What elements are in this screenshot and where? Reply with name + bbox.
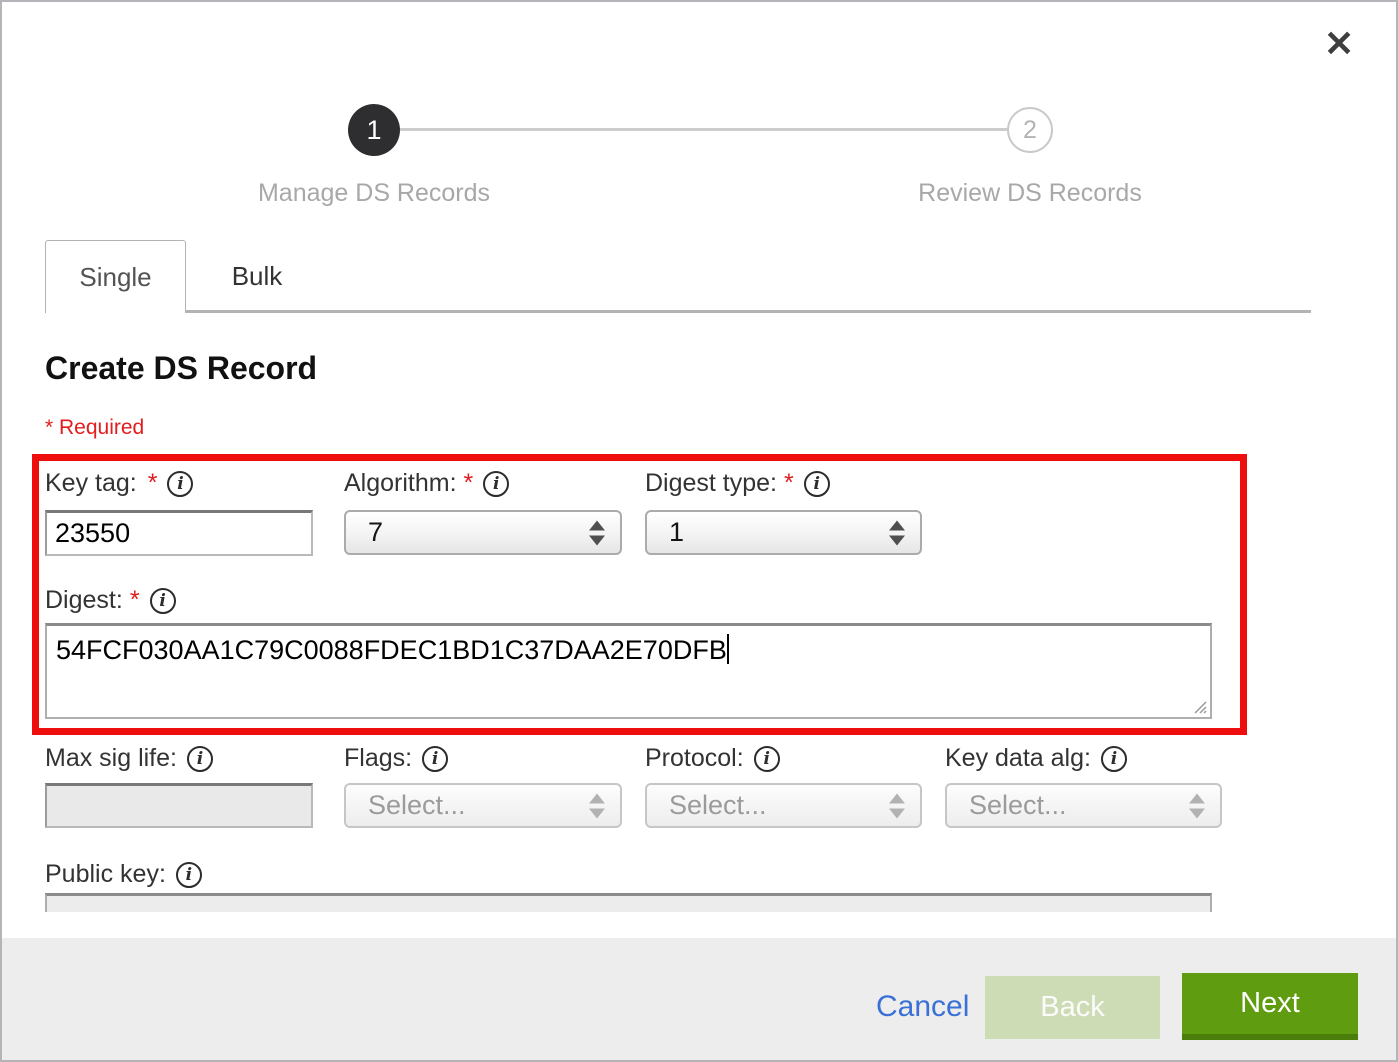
chevron-up-down-icon xyxy=(889,793,905,818)
key-data-alg-label: Key data alg: i xyxy=(945,744,1127,773)
flags-label: Flags: i xyxy=(344,744,448,773)
info-icon[interactable]: i xyxy=(1101,746,1127,772)
protocol-label-text: Protocol: xyxy=(645,744,744,773)
digest-type-select[interactable]: 1 xyxy=(645,510,922,555)
required-note: * Required xyxy=(45,416,144,440)
chevron-up-down-icon xyxy=(589,793,605,818)
stepper-step-2-circle: 2 xyxy=(1007,107,1053,153)
stepper-step-2-label: Review DS Records xyxy=(870,179,1190,208)
public-key-label: Public key: i xyxy=(45,860,202,889)
key-tag-label: Key tag: * i xyxy=(45,469,193,498)
info-icon[interactable]: i xyxy=(804,471,830,497)
info-icon[interactable]: i xyxy=(422,746,448,772)
digest-value: 54FCF030AA1C79C0088FDEC1BD1C37DAA2E70DFB xyxy=(56,635,727,665)
protocol-selected-value: Select... xyxy=(669,790,767,821)
info-icon[interactable]: i xyxy=(167,471,193,497)
tab-bar-underline xyxy=(185,310,1311,313)
next-button[interactable]: Next xyxy=(1182,973,1358,1040)
digest-type-label: Digest type: * i xyxy=(645,469,830,498)
stepper-step-1-circle: 1 xyxy=(348,104,400,156)
algorithm-label: Algorithm: * i xyxy=(344,469,509,498)
page-title: Create DS Record xyxy=(45,350,317,387)
digest-textarea[interactable]: 54FCF030AA1C79C0088FDEC1BD1C37DAA2E70DFB xyxy=(45,623,1212,719)
resize-handle-icon[interactable] xyxy=(1191,698,1207,714)
key-tag-input[interactable] xyxy=(45,510,313,556)
info-icon[interactable]: i xyxy=(483,471,509,497)
protocol-select[interactable]: Select... xyxy=(645,783,922,828)
algorithm-select[interactable]: 7 xyxy=(344,510,622,555)
max-sig-life-label-text: Max sig life: xyxy=(45,744,177,773)
tab-single[interactable]: Single xyxy=(45,240,186,313)
key-data-alg-selected-value: Select... xyxy=(969,790,1067,821)
max-sig-life-input[interactable] xyxy=(45,783,313,828)
protocol-label: Protocol: i xyxy=(645,744,780,773)
required-asterisk: * xyxy=(464,469,474,498)
public-key-label-text: Public key: xyxy=(45,860,166,889)
algorithm-selected-value: 7 xyxy=(368,517,383,548)
close-icon[interactable]: ✕ xyxy=(1324,26,1354,62)
required-asterisk: * xyxy=(784,469,794,498)
text-cursor xyxy=(727,634,729,664)
digest-type-selected-value: 1 xyxy=(669,517,684,548)
stepper-connector-line xyxy=(400,128,1007,131)
digest-type-label-text: Digest type: xyxy=(645,469,777,498)
chevron-up-down-icon xyxy=(1189,793,1205,818)
info-icon[interactable]: i xyxy=(754,746,780,772)
flags-select[interactable]: Select... xyxy=(344,783,622,828)
info-icon[interactable]: i xyxy=(187,746,213,772)
required-asterisk: * xyxy=(130,586,140,615)
flags-label-text: Flags: xyxy=(344,744,412,773)
info-icon[interactable]: i xyxy=(150,588,176,614)
flags-selected-value: Select... xyxy=(368,790,466,821)
cancel-button[interactable]: Cancel xyxy=(876,990,969,1024)
chevron-up-down-icon xyxy=(889,520,905,545)
required-asterisk: * xyxy=(148,469,158,498)
info-icon[interactable]: i xyxy=(176,862,202,888)
digest-label: Digest: * i xyxy=(45,586,176,615)
max-sig-life-label: Max sig life: i xyxy=(45,744,213,773)
key-data-alg-label-text: Key data alg: xyxy=(945,744,1091,773)
tab-bulk[interactable]: Bulk xyxy=(186,242,328,310)
create-ds-record-modal: ✕ 1 2 Manage DS Records Review DS Record… xyxy=(0,0,1398,1062)
algorithm-label-text: Algorithm: xyxy=(344,469,457,498)
public-key-textarea[interactable] xyxy=(45,893,1212,912)
key-data-alg-select[interactable]: Select... xyxy=(945,783,1222,828)
key-tag-label-text: Key tag: xyxy=(45,469,137,498)
back-button[interactable]: Back xyxy=(985,976,1160,1039)
digest-label-text: Digest: xyxy=(45,586,123,615)
chevron-up-down-icon xyxy=(589,520,605,545)
stepper-step-1-label: Manage DS Records xyxy=(214,179,534,208)
